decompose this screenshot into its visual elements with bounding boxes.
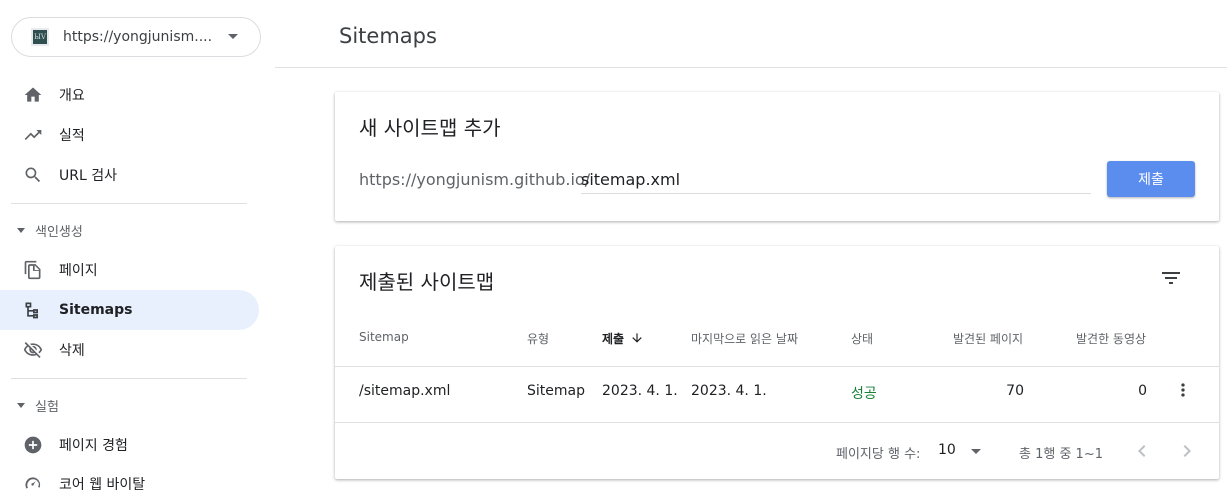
cell-sitemap: /sitemap.xml <box>359 383 451 399</box>
search-icon <box>23 165 43 185</box>
column-header-label: 제출 <box>602 332 625 346</box>
cell-submitted: 2023. 4. 1. <box>602 383 678 399</box>
sidebar-item-core-web-vitals[interactable]: 코어 웹 바이탈 <box>0 464 259 490</box>
section-indexing[interactable]: 색인생성 <box>0 215 259 245</box>
chevron-left-icon[interactable] <box>1130 439 1154 463</box>
section-label: 실험 <box>35 399 59 415</box>
add-sitemap-card: 새 사이트맵 추가 https://yongjunism.github.io/ … <box>335 92 1219 221</box>
rows-per-page-select[interactable]: 10 <box>938 442 956 458</box>
sidebar: ЫV https://yongjunism.... 개요 실적 URL 검사 색… <box>0 0 275 490</box>
speedometer-icon <box>23 474 43 490</box>
sidebar-item-label: 개요 <box>59 88 85 104</box>
section-experience[interactable]: 실험 <box>0 390 259 420</box>
arrow-down-icon <box>630 331 644 348</box>
property-selector[interactable]: ЫV https://yongjunism.... <box>11 17 261 57</box>
chevron-down-icon[interactable] <box>971 449 981 454</box>
column-header-videos[interactable]: 발견한 동영상 <box>1076 330 1146 347</box>
chevron-right-icon[interactable] <box>1175 439 1199 463</box>
visibility-off-icon <box>23 340 43 360</box>
column-header-pages[interactable]: 발견된 페이지 <box>953 330 1023 347</box>
cell-pages: 70 <box>1006 383 1024 399</box>
column-header-submitted[interactable]: 제출 <box>602 330 644 348</box>
pagination-range: 총 1행 중 1~1 <box>1019 447 1103 462</box>
cell-videos: 0 <box>1138 383 1147 399</box>
chevron-down-icon <box>228 34 238 39</box>
table-divider <box>335 366 1219 367</box>
plus-circle-icon <box>23 435 43 455</box>
cell-status: 성공 <box>851 386 877 402</box>
column-header-last-read[interactable]: 마지막으로 읽은 날짜 <box>691 330 798 347</box>
column-header-type[interactable]: 유형 <box>527 330 549 347</box>
sidebar-item-sitemaps[interactable]: Sitemaps <box>0 290 259 330</box>
add-sitemap-title: 새 사이트맵 추가 <box>359 116 501 140</box>
sitemap-url-input[interactable] <box>581 166 1091 194</box>
sidebar-item-label: 페이지 경험 <box>59 438 128 454</box>
trending-up-icon <box>23 125 43 145</box>
sidebar-item-pages[interactable]: 페이지 <box>0 250 259 290</box>
cell-last-read: 2023. 4. 1. <box>691 383 767 399</box>
table-divider <box>335 422 1219 423</box>
divider <box>11 378 247 379</box>
sidebar-item-label: 삭제 <box>59 343 85 359</box>
caret-down-icon <box>17 402 25 408</box>
more-vert-icon[interactable] <box>1173 380 1193 400</box>
sidebar-item-performance[interactable]: 실적 <box>0 115 259 155</box>
sidebar-item-label: 코어 웹 바이탈 <box>59 477 146 490</box>
caret-down-icon <box>17 227 25 233</box>
sitemap-icon <box>23 300 43 320</box>
sidebar-item-label: Sitemaps <box>59 302 133 318</box>
section-label: 색인생성 <box>35 224 83 240</box>
submit-button[interactable]: 제출 <box>1107 161 1195 197</box>
column-header-status[interactable]: 상태 <box>851 330 873 347</box>
rows-per-page-label: 페이지당 행 수: <box>836 447 921 462</box>
home-icon <box>23 85 43 105</box>
sidebar-item-label: 페이지 <box>59 263 98 279</box>
sidebar-item-page-experience[interactable]: 페이지 경험 <box>0 425 259 465</box>
sidebar-item-overview[interactable]: 개요 <box>0 75 259 115</box>
page-title: Sitemaps <box>339 24 437 48</box>
pages-icon <box>23 260 43 280</box>
filter-icon[interactable] <box>1159 266 1183 290</box>
sidebar-item-label: URL 검사 <box>59 168 117 184</box>
sidebar-item-removals[interactable]: 삭제 <box>0 330 259 370</box>
sidebar-item-url-inspection[interactable]: URL 검사 <box>0 155 259 195</box>
divider <box>11 203 247 204</box>
page-header: Sitemaps <box>275 0 1227 68</box>
cell-type: Sitemap <box>527 383 585 399</box>
sidebar-item-label: 실적 <box>59 128 85 144</box>
submitted-sitemaps-title: 제출된 사이트맵 <box>359 270 495 294</box>
column-header-sitemap[interactable]: Sitemap <box>359 330 409 344</box>
property-logo: ЫV <box>31 28 49 46</box>
submitted-sitemaps-card: 제출된 사이트맵 Sitemap 유형 제출 마지막으로 읽은 날짜 상태 발견… <box>335 246 1219 479</box>
property-url: https://yongjunism.... <box>63 29 213 45</box>
sitemap-url-prefix: https://yongjunism.github.io/ <box>359 170 591 189</box>
